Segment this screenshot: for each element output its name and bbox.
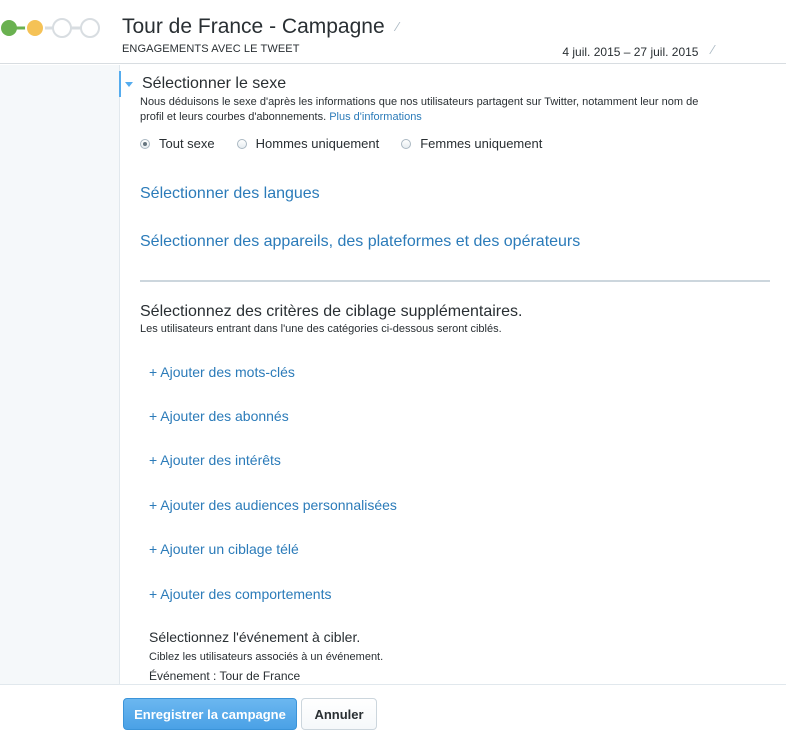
section-divider <box>140 280 770 282</box>
radio-button[interactable] <box>236 138 247 149</box>
select-languages-link[interactable]: Sélectionner des langues <box>140 185 320 203</box>
cancel-button[interactable]: Annuler <box>301 698 377 730</box>
campaign-dates-row: 4 juil. 2015 – 27 juil. 2015 ∕ <box>562 42 714 59</box>
gender-radio-group: Tout sexe Hommes uniquement Femmes uniqu… <box>140 136 564 151</box>
campaign-objective: ENGAGEMENTS AVEC LE TWEET <box>122 43 300 55</box>
campaign-header: Tour de France - Campagne ∕ ENGAGEMENTS … <box>0 0 786 64</box>
step-pending-icon <box>80 18 100 38</box>
add-tv-targeting-link[interactable]: + Ajouter un ciblage télé <box>149 541 299 557</box>
radio-label: Tout sexe <box>159 136 215 151</box>
radio-option-women[interactable]: Femmes uniquement <box>401 136 542 151</box>
gender-section-header[interactable]: Sélectionner le sexe <box>125 75 286 93</box>
more-info-link[interactable]: Plus d'informations <box>329 111 422 123</box>
footer-bar: Enregistrer la campagne Annuler <box>0 684 786 741</box>
radio-option-all[interactable]: Tout sexe <box>140 136 215 151</box>
criteria-description: Les utilisateurs entrant dans l'une des … <box>140 323 502 335</box>
edit-dates-pencil-icon[interactable]: ∕ <box>712 42 714 57</box>
radio-option-men[interactable]: Hommes uniquement <box>236 136 380 151</box>
gender-description: Nous déduisons le sexe d'après les infor… <box>140 95 710 125</box>
step-pending-icon <box>52 18 72 38</box>
event-value: Événement : Tour de France <box>149 669 301 683</box>
campaign-title-row: Tour de France - Campagne ∕ <box>122 15 399 39</box>
radio-button[interactable] <box>401 138 412 149</box>
targeting-panel: Sélectionner le sexe Nous déduisons le s… <box>121 65 786 684</box>
add-custom-audiences-link[interactable]: + Ajouter des audiences personnalisées <box>149 497 397 513</box>
add-interests-link[interactable]: + Ajouter des intérêts <box>149 452 281 468</box>
campaign-dates: 4 juil. 2015 – 27 juil. 2015 <box>562 45 699 59</box>
select-devices-link[interactable]: Sélectionner des appareils, des platefor… <box>140 233 580 251</box>
radio-label: Femmes uniquement <box>420 136 543 151</box>
save-campaign-button[interactable]: Enregistrer la campagne <box>123 698 297 730</box>
radio-label: Hommes uniquement <box>255 136 380 151</box>
left-rail <box>0 65 120 684</box>
criteria-title: Sélectionnez des critères de ciblage sup… <box>140 303 523 320</box>
campaign-title: Tour de France - Campagne <box>122 15 385 38</box>
add-behaviors-link[interactable]: + Ajouter des comportements <box>149 586 332 602</box>
event-description: Ciblez les utilisateurs associés à un év… <box>149 651 384 663</box>
edit-title-pencil-icon[interactable]: ∕ <box>396 19 398 34</box>
step-done-icon <box>1 20 17 36</box>
add-followers-link[interactable]: + Ajouter des abonnés <box>149 408 289 424</box>
event-title: Sélectionnez l'événement à cibler. <box>149 629 361 645</box>
gender-section-title: Sélectionner le sexe <box>142 75 287 92</box>
add-keywords-link[interactable]: + Ajouter des mots-clés <box>149 364 295 380</box>
campaign-progress-steps <box>0 13 110 43</box>
step-current-icon <box>25 18 45 38</box>
radio-button-checked[interactable] <box>140 138 150 149</box>
caret-down-icon <box>125 81 133 87</box>
